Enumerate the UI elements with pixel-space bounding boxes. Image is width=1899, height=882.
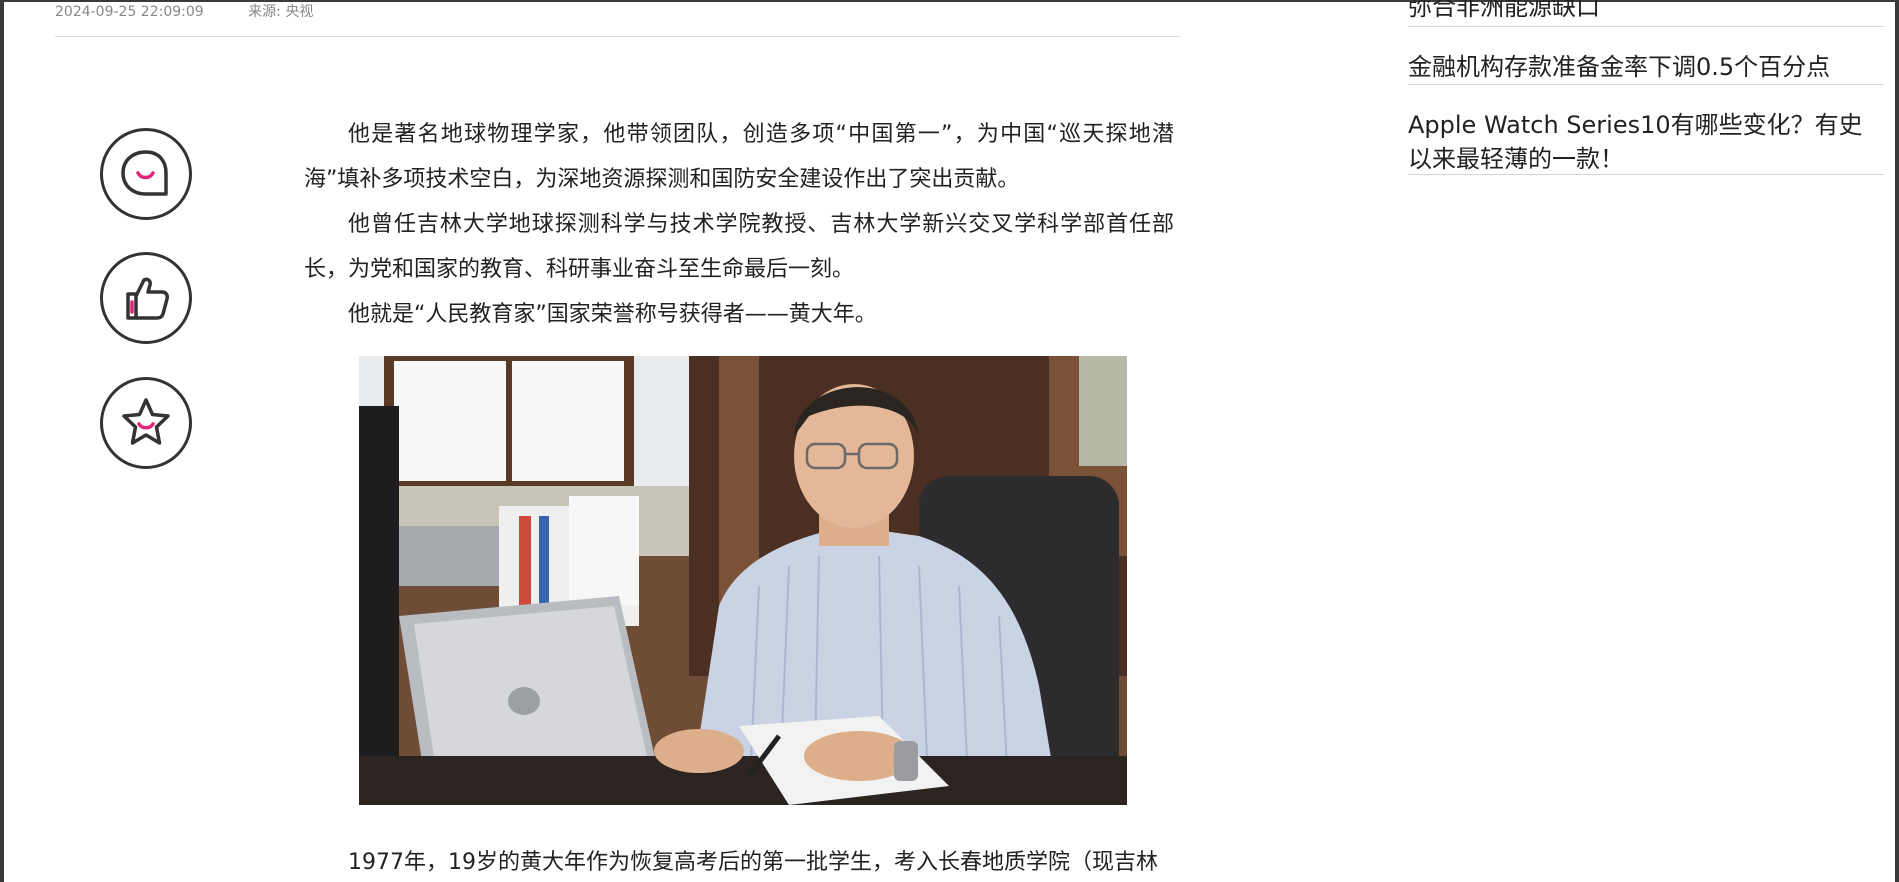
favorite-button[interactable]	[100, 377, 192, 469]
star-icon	[122, 398, 170, 445]
article-paragraph: 他就是“人民教育家”国家荣誉称号获得者——黄大年。	[348, 302, 877, 327]
article-source: 来源: 央视	[248, 4, 314, 20]
like-button[interactable]	[100, 252, 192, 344]
article-photo	[359, 356, 1127, 805]
window-frame-left	[0, 0, 4, 882]
article-body: 他是著名地球物理学家，他带领团队，创造多项“中国第一”，为中国“巡天探地潜海”填…	[304, 112, 1174, 337]
article-datetime: 2024-09-25 22:09:09	[55, 4, 204, 20]
news-link[interactable]: 金融机构存款准备金率下调0.5个百分点	[1408, 50, 1884, 85]
news-link[interactable]: 弥合非洲能源缺口	[1408, 0, 1884, 27]
meta-divider	[55, 36, 1181, 37]
article-meta: 2024-09-25 22:09:09 来源: 央视	[55, 1, 353, 20]
article-paragraph: 他曾任吉林大学地球探测科学与技术学院教授、吉林大学新兴交叉学科学部首任部长，为党…	[304, 212, 1174, 282]
news-link[interactable]: Apple Watch Series10有哪些变化？有史以来最轻薄的一款！	[1408, 108, 1884, 175]
comment-icon	[121, 150, 168, 196]
article-paragraph: 他是著名地球物理学家，他带领团队，创造多项“中国第一”，为中国“巡天探地潜海”填…	[304, 122, 1174, 192]
thumbs-up-icon	[126, 277, 169, 320]
comment-button[interactable]	[100, 128, 192, 220]
window-frame-right	[1895, 0, 1899, 882]
article-paragraph: 1977年，19岁的黄大年作为恢复高考后的第一批学生，考入长春地质学院（现吉林	[348, 850, 1158, 875]
